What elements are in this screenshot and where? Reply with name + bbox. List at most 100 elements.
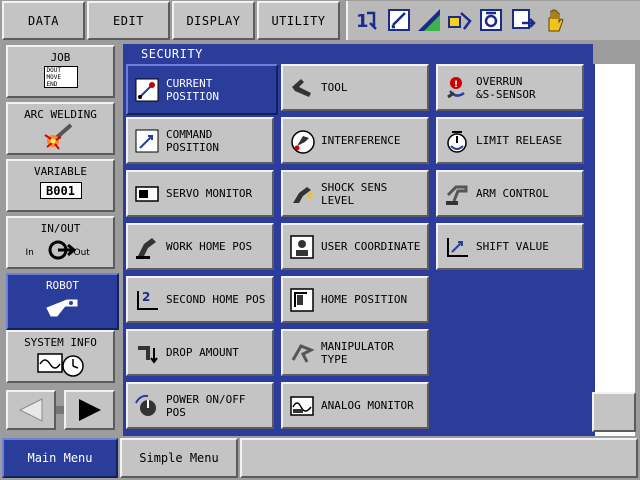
job-button[interactable]: JOB DOUT MOVE END bbox=[6, 45, 115, 98]
panel-title: SECURITY bbox=[141, 47, 203, 61]
robot-label: ROBOT bbox=[45, 279, 80, 292]
page-back-button[interactable] bbox=[6, 390, 56, 430]
limit-release-icon bbox=[447, 130, 467, 153]
edit-note-icon[interactable] bbox=[386, 7, 412, 33]
menu-item-label: DROP AMOUNT bbox=[166, 346, 239, 359]
menu-drop-amount-button[interactable]: DROP AMOUNT bbox=[126, 329, 274, 376]
tool-icon bbox=[292, 78, 311, 97]
home-position-icon bbox=[290, 287, 314, 312]
variable-icon: B001 bbox=[39, 182, 82, 199]
page-link-connector bbox=[56, 406, 64, 414]
overrun-icon: ! bbox=[447, 76, 465, 98]
menu-item-label: TOOL bbox=[321, 81, 348, 94]
menu-item-label: LIMIT RELEASE bbox=[476, 134, 563, 147]
arm-control-icon bbox=[446, 185, 468, 205]
main-menu-label: Main Menu bbox=[27, 451, 93, 465]
menu-limit-release-button[interactable]: LIMIT RELEASE bbox=[436, 117, 584, 164]
manipulator-icon bbox=[291, 343, 315, 363]
side-scroll-button[interactable] bbox=[592, 392, 636, 432]
menu-power-pos-button[interactable]: POWER ON/OFF POS bbox=[126, 382, 274, 429]
menu-shock-sens-button[interactable]: SHOCK SENS LEVEL bbox=[281, 170, 429, 217]
in-out-button[interactable]: IN/OUT In Out bbox=[6, 216, 115, 269]
out-label: Out bbox=[73, 248, 90, 258]
menu-item-label: COMMAND POSITION bbox=[166, 127, 219, 154]
job-label: JOB bbox=[50, 51, 71, 64]
system-info-label: SYSTEM INFO bbox=[24, 336, 97, 349]
menu-arm-control-button[interactable]: ARM CONTROL bbox=[436, 170, 584, 217]
status-icon-bar: 1 bbox=[346, 1, 640, 40]
menu-item-label: INTERFERENCE bbox=[321, 134, 401, 147]
system-info-icon bbox=[36, 353, 84, 377]
menu-tool-button[interactable]: TOOL bbox=[281, 64, 429, 111]
menu-item-label: SECOND HOME POS bbox=[166, 293, 266, 306]
menu-data-button[interactable]: DATA bbox=[2, 1, 85, 40]
system-info-button[interactable]: SYSTEM INFO bbox=[6, 330, 115, 383]
teach-lock-icon[interactable] bbox=[446, 7, 472, 33]
menu-item-label: SERVO MONITOR bbox=[166, 187, 253, 200]
menu-display-button[interactable]: DISPLAY bbox=[172, 1, 255, 40]
work-home-icon bbox=[136, 237, 156, 259]
monitor-exit-icon[interactable] bbox=[510, 7, 536, 33]
simple-menu-label: Simple Menu bbox=[139, 451, 219, 465]
menu-interference-button[interactable]: INTERFERENCE bbox=[281, 117, 429, 164]
in-out-label: IN/OUT bbox=[40, 222, 81, 235]
menu-shift-value-button[interactable]: SHIFT VALUE bbox=[436, 223, 584, 270]
page-forward-button[interactable] bbox=[64, 390, 115, 430]
menu-item-label: HOME POSITION bbox=[321, 293, 408, 306]
arc-welding-icon bbox=[43, 123, 72, 150]
shift-value-icon bbox=[447, 237, 468, 257]
svg-text:1: 1 bbox=[356, 11, 369, 32]
in-out-icon: In Out bbox=[26, 236, 96, 260]
menu-edit-button[interactable]: EDIT bbox=[87, 1, 170, 40]
coordinate-icon[interactable]: 1 bbox=[354, 7, 380, 33]
left-main-menu: JOB DOUT MOVE END ARC WELDING VARIABLE B… bbox=[0, 42, 120, 436]
svg-text:2: 2 bbox=[142, 290, 150, 304]
command-position-icon bbox=[135, 129, 159, 152]
menu-item-label: CURRENT POSITION bbox=[166, 76, 219, 103]
menu-utility-label: UTILITY bbox=[271, 13, 326, 28]
menu-item-label: USER COORDINATE bbox=[321, 240, 421, 253]
menu-item-label: OVERRUN &S-SENSOR bbox=[476, 74, 536, 101]
robot-button[interactable]: ROBOT bbox=[6, 273, 119, 330]
robot-icon bbox=[45, 299, 77, 317]
menu-utility-button[interactable]: UTILITY bbox=[257, 1, 340, 40]
variable-label: VARIABLE bbox=[34, 165, 87, 178]
shock-sens-icon bbox=[293, 186, 314, 203]
bottom-bar: Main Menu Simple Menu bbox=[0, 436, 640, 480]
top-menu-bar: DATA EDIT DISPLAY UTILITY 1 bbox=[0, 0, 640, 42]
user-coordinate-icon bbox=[290, 234, 314, 259]
menu-data-label: DATA bbox=[28, 13, 59, 28]
menu-manipulator-button[interactable]: MANIPULATOR TYPE bbox=[281, 329, 429, 376]
menu-command-position-button[interactable]: COMMAND POSITION bbox=[126, 117, 274, 164]
arrow-left-icon bbox=[18, 398, 43, 422]
menu-current-position-button[interactable]: CURRENT POSITION bbox=[126, 64, 278, 115]
servo-monitor-icon bbox=[135, 185, 159, 202]
simple-menu-tab[interactable]: Simple Menu bbox=[120, 438, 238, 478]
drop-amount-icon bbox=[138, 345, 158, 364]
current-position-icon bbox=[135, 78, 159, 101]
menu-item-label: SHOCK SENS LEVEL bbox=[321, 180, 388, 207]
menu-item-label: POWER ON/OFF POS bbox=[166, 392, 246, 419]
menu-item-label: ARM CONTROL bbox=[476, 187, 549, 200]
arc-welding-button[interactable]: ARC WELDING bbox=[6, 102, 115, 155]
servo-icon[interactable] bbox=[478, 7, 504, 33]
menu-home-position-button[interactable]: HOME POSITION bbox=[281, 276, 429, 323]
second-home-icon: 2 bbox=[137, 290, 158, 310]
speed-level-icon[interactable] bbox=[416, 7, 442, 33]
job-icon: DOUT MOVE END bbox=[43, 66, 78, 88]
menu-analog-monitor-button[interactable]: ANALOG MONITOR bbox=[281, 382, 429, 429]
variable-button[interactable]: VARIABLE B001 bbox=[6, 159, 115, 212]
content-pane bbox=[593, 64, 635, 436]
menu-servo-monitor-button[interactable]: SERVO MONITOR bbox=[126, 170, 274, 217]
menu-item-label: SHIFT VALUE bbox=[476, 240, 549, 253]
main-menu-tab[interactable]: Main Menu bbox=[2, 438, 118, 478]
arrow-right-icon bbox=[78, 399, 101, 421]
menu-overrun-button[interactable]: ! OVERRUN &S-SENSOR bbox=[436, 64, 584, 111]
power-pos-icon bbox=[135, 394, 156, 416]
menu-second-home-button[interactable]: 2 SECOND HOME POS bbox=[126, 276, 274, 323]
menu-user-coordinate-button[interactable]: USER COORDINATE bbox=[281, 223, 429, 270]
menu-item-label: WORK HOME POS bbox=[166, 240, 253, 253]
in-label: In bbox=[25, 248, 34, 258]
hand-icon[interactable] bbox=[542, 7, 568, 33]
menu-work-home-button[interactable]: WORK HOME POS bbox=[126, 223, 274, 270]
